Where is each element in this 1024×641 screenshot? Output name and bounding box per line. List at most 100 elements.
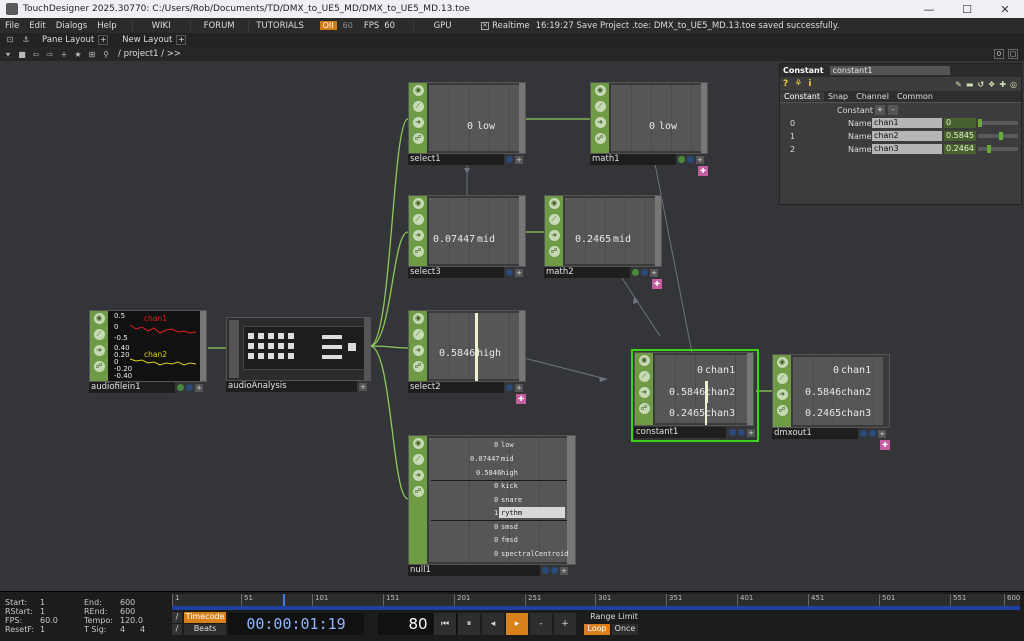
step-back-button[interactable]: ◂ xyxy=(482,613,504,635)
add-pane-layout-button[interactable]: + xyxy=(98,35,109,45)
flag-dot[interactable] xyxy=(542,567,549,574)
tab-tutorials[interactable]: TUTORIALS xyxy=(247,20,312,31)
range-bar[interactable] xyxy=(172,606,1020,610)
output-connector[interactable] xyxy=(747,353,753,425)
bypass-icon[interactable]: ⟋ xyxy=(776,373,788,384)
play-button[interactable]: ▸ xyxy=(506,613,528,635)
timecode-button[interactable]: Timecode xyxy=(184,612,226,623)
lock-icon[interactable]: ☍ xyxy=(412,133,424,144)
node-label[interactable]: select3 xyxy=(408,267,504,278)
slider-knob[interactable] xyxy=(987,145,991,153)
node-audiofilein1[interactable]: ◉ ⟋ ➜ ☍ 0.5 0 -0.5 0.40 0.20 0 -0.20 -0.40 … xyxy=(89,310,207,393)
settings-icon[interactable]: ◎ xyxy=(1010,80,1017,89)
maximize-pane-icon[interactable]: ▢ xyxy=(1008,49,1018,59)
display-icon[interactable]: ➜ xyxy=(93,345,105,356)
node-math1[interactable]: ◉ ⟋ ➜ ☍ 0 low math1 + ✚ xyxy=(590,82,708,178)
pause-button[interactable]: ⏸ xyxy=(458,613,480,635)
output-connector[interactable] xyxy=(519,196,525,266)
display-icon[interactable]: ➜ xyxy=(412,117,424,128)
bypass-icon[interactable]: ⟋ xyxy=(594,101,606,112)
menu-file[interactable]: File xyxy=(0,21,24,31)
info-icon[interactable]: i xyxy=(808,79,811,89)
forward-icon[interactable]: ⇨ xyxy=(44,50,56,59)
comment-icon[interactable]: ✚ xyxy=(880,440,890,450)
node-select3[interactable]: ◉ ⟋ ➜ ☍ 0.07447 mid select3 + xyxy=(408,195,526,278)
add-icon[interactable]: + xyxy=(359,382,367,391)
flag-dot[interactable] xyxy=(177,384,184,391)
bookmark-icon[interactable]: ★ xyxy=(72,50,84,59)
rstart-value[interactable]: 1 xyxy=(40,607,45,616)
bypass-icon[interactable]: ⟋ xyxy=(93,329,105,340)
node-math2[interactable]: ◉ ⟋ ➜ ☍ 0.2465 mid math2 + ✚ xyxy=(544,195,662,291)
lock-icon[interactable]: ☍ xyxy=(412,486,424,497)
node-label[interactable]: select2 xyxy=(408,382,504,393)
step-forward-frame-button[interactable]: + xyxy=(554,613,576,635)
python-icon[interactable]: ❖ xyxy=(988,80,995,89)
home-icon[interactable]: + xyxy=(58,50,70,59)
value-field[interactable]: 0.2464 xyxy=(944,144,976,154)
playhead[interactable] xyxy=(283,594,285,606)
name-field[interactable]: chan3 xyxy=(872,144,942,154)
slider-knob[interactable] xyxy=(978,119,982,127)
output-connector[interactable] xyxy=(364,318,370,380)
network-path[interactable]: / project1 / >> xyxy=(118,49,181,59)
tempo-value[interactable]: 120.0 xyxy=(120,616,143,625)
viewer-icon[interactable]: ◉ xyxy=(412,85,424,96)
tab-snap[interactable]: Snap xyxy=(824,92,852,101)
value-field[interactable]: 0 xyxy=(944,118,976,128)
timecode-toggle-icon[interactable]: / xyxy=(172,612,182,623)
pane-menu-icon[interactable]: ▾ xyxy=(2,50,14,59)
tab-constant[interactable]: Constant xyxy=(780,92,824,101)
end-value[interactable]: 600 xyxy=(120,598,135,607)
tsig-denominator[interactable]: 4 xyxy=(140,625,145,634)
node-label[interactable]: math2 xyxy=(544,267,630,278)
gpu-button[interactable]: GPU xyxy=(413,20,471,31)
reset-icon[interactable]: ↺ xyxy=(977,80,984,89)
flag-dot[interactable] xyxy=(632,269,639,276)
flag-dot[interactable] xyxy=(860,430,867,437)
timeline-ruler[interactable]: 1 51 101 151 201 251 301 351 401 451 501… xyxy=(172,594,1020,606)
pane-split-icon[interactable]: ⊡ xyxy=(4,35,16,45)
fps-value[interactable]: 60.0 xyxy=(40,616,58,625)
lock-icon[interactable]: ☍ xyxy=(776,405,788,416)
bypass-icon[interactable]: ⟋ xyxy=(548,214,560,225)
flag-dot[interactable] xyxy=(687,156,694,163)
pane-layout-label[interactable]: Pane Layout xyxy=(42,35,94,45)
display-icon[interactable]: ➜ xyxy=(548,230,560,241)
node-label[interactable]: math1 xyxy=(590,154,676,165)
output-connector[interactable] xyxy=(567,436,575,564)
flag-dot[interactable] xyxy=(506,269,513,276)
beats-button[interactable]: Beats xyxy=(184,624,226,635)
add-icon[interactable]: + xyxy=(515,268,523,277)
flag-dot[interactable] xyxy=(551,567,558,574)
display-icon[interactable]: ➜ xyxy=(776,389,788,400)
add-icon[interactable]: + xyxy=(195,383,203,392)
menu-dialogs[interactable]: Dialogs xyxy=(51,21,93,31)
viewer-icon[interactable]: ◉ xyxy=(93,313,105,324)
lock-icon[interactable]: ☍ xyxy=(412,361,424,372)
pane-options-icon[interactable]: ⚓ xyxy=(20,35,32,45)
output-connector[interactable] xyxy=(519,83,525,153)
display-icon[interactable]: ➜ xyxy=(594,117,606,128)
name-field[interactable]: chan2 xyxy=(872,131,942,141)
display-icon[interactable]: ➜ xyxy=(412,345,424,356)
output-connector[interactable] xyxy=(655,196,661,266)
lock-icon[interactable]: ☍ xyxy=(93,361,105,372)
add-icon[interactable]: + xyxy=(515,155,523,164)
back-icon[interactable]: ⇦ xyxy=(30,50,42,59)
help-icon[interactable]: ? xyxy=(783,79,788,89)
bypass-icon[interactable]: ⟋ xyxy=(412,214,424,225)
tab-common[interactable]: Common xyxy=(893,92,937,101)
node-label[interactable]: null1 xyxy=(408,565,540,576)
lock-icon[interactable]: ☍ xyxy=(638,403,650,414)
flag-dot[interactable] xyxy=(641,269,648,276)
beats-toggle-icon[interactable]: / xyxy=(172,624,182,635)
output-connector[interactable] xyxy=(519,311,525,381)
new-layout-label[interactable]: New Layout xyxy=(122,35,172,45)
viewer-icon[interactable]: ◉ xyxy=(638,355,650,366)
node-label[interactable]: select1 xyxy=(408,154,504,165)
add-new-layout-button[interactable]: + xyxy=(176,35,187,45)
viewer-icon[interactable]: ◉ xyxy=(594,85,606,96)
name-field[interactable]: chan1 xyxy=(872,118,942,128)
network-editor[interactable]: ◉ ⟋ ➜ ☍ 0 low select1 + ◉ ⟋ ➜ ☍ 0 low math1 + … xyxy=(0,61,1024,591)
